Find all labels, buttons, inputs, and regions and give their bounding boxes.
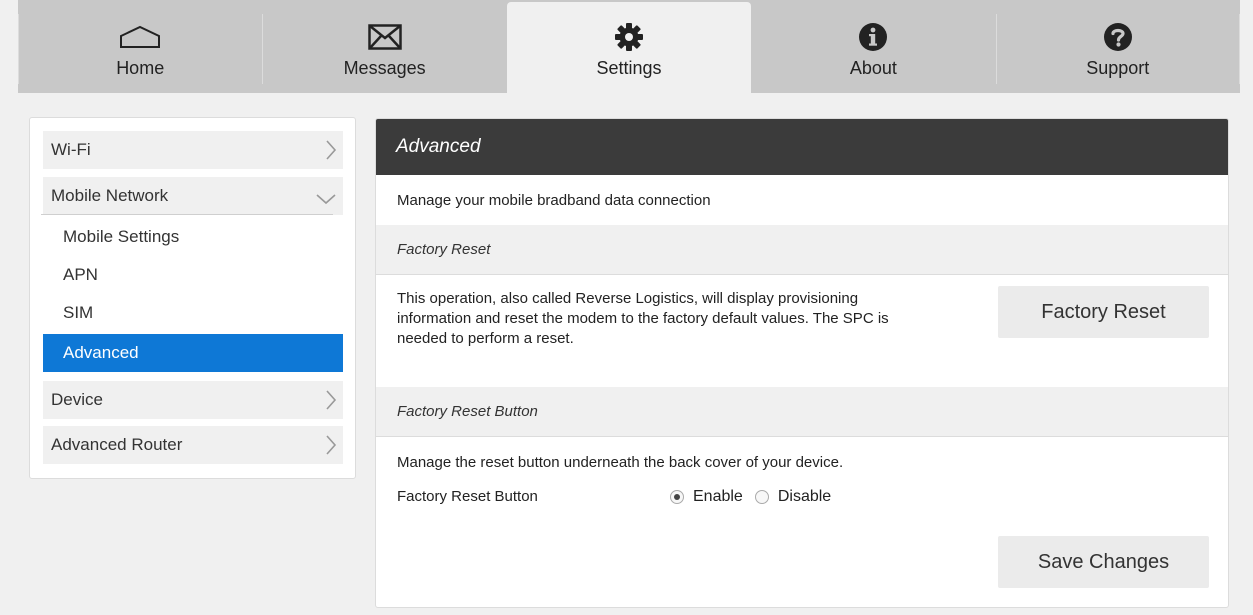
- factory-reset-button[interactable]: Factory Reset: [998, 286, 1209, 338]
- home-icon: [119, 22, 161, 52]
- section-heading-factory-reset: Factory Reset: [376, 225, 1228, 275]
- sidebar-item-label: Device: [51, 390, 103, 409]
- chevron-right-icon: [325, 434, 337, 461]
- question-icon: [1103, 22, 1133, 52]
- factory-reset-button-radio-group: Enable Disable: [670, 488, 831, 506]
- radio-disable[interactable]: Disable: [754, 488, 832, 506]
- tab-label: Settings: [596, 58, 662, 78]
- sidebar-item-wifi[interactable]: Wi-Fi: [43, 131, 343, 169]
- radio-selected-icon[interactable]: [670, 490, 684, 504]
- sidebar-subitem-apn[interactable]: APN: [43, 256, 343, 294]
- sidebar-subitem-sim[interactable]: SIM: [43, 294, 343, 332]
- sidebar-subitem-advanced[interactable]: Advanced: [43, 334, 343, 372]
- sidebar-subitem-mobile-settings[interactable]: Mobile Settings: [43, 218, 343, 256]
- panel-description: Manage your mobile bradband data connect…: [397, 192, 711, 209]
- gear-icon: [614, 22, 644, 52]
- tab-label: Home: [116, 58, 165, 78]
- tab-label: Support: [1086, 58, 1150, 78]
- factory-reset-button-description: Manage the reset button underneath the b…: [397, 454, 844, 471]
- tab-label: About: [849, 58, 897, 78]
- envelope-icon: [367, 22, 402, 52]
- sidebar-item-label: Wi-Fi: [51, 140, 91, 159]
- sidebar-subitem-label: APN: [63, 265, 98, 284]
- tab-support[interactable]: Support: [995, 0, 1241, 93]
- radio-label: Disable: [777, 488, 832, 505]
- factory-reset-button-label: Factory Reset Button: [397, 488, 538, 505]
- tab-messages[interactable]: Messages: [262, 0, 506, 93]
- advanced-panel: Advanced Manage your mobile bradband dat…: [375, 118, 1229, 608]
- sidebar-item-advanced-router[interactable]: Advanced Router: [43, 426, 343, 464]
- tab-about[interactable]: About: [751, 0, 995, 93]
- sidebar-item-label: Advanced Router: [51, 435, 183, 454]
- sidebar-subitem-label: SIM: [63, 303, 94, 322]
- sidebar-item-label: Mobile Network: [51, 186, 169, 205]
- save-changes-button[interactable]: Save Changes: [998, 536, 1209, 588]
- radio-enable[interactable]: Enable: [670, 488, 743, 506]
- info-icon: [858, 22, 888, 52]
- sidebar-item-mobile-network[interactable]: Mobile Network: [43, 177, 343, 215]
- section-heading-factory-reset-button: Factory Reset Button: [376, 387, 1228, 437]
- tab-label: Messages: [343, 58, 426, 78]
- panel-title: Advanced: [376, 119, 1228, 175]
- radio-unselected-icon[interactable]: [754, 490, 769, 504]
- factory-reset-text: This operation, also called Reverse Logi…: [397, 290, 889, 347]
- settings-sidebar: Wi-Fi Mobile Network Mobile Settings APN…: [29, 117, 356, 479]
- top-navigation: Home Messages Settings About Support: [18, 0, 1241, 93]
- chevron-right-icon: [325, 139, 337, 166]
- tab-home[interactable]: Home: [18, 0, 262, 93]
- sidebar-item-device[interactable]: Device: [43, 381, 343, 419]
- sidebar-divider: [41, 214, 333, 215]
- chevron-down-icon: [315, 190, 337, 210]
- chevron-right-icon: [325, 389, 337, 416]
- radio-label: Enable: [693, 488, 743, 505]
- sidebar-subitem-label: Advanced: [63, 343, 139, 362]
- tab-settings[interactable]: Settings: [506, 2, 752, 93]
- sidebar-subitem-label: Mobile Settings: [63, 227, 180, 246]
